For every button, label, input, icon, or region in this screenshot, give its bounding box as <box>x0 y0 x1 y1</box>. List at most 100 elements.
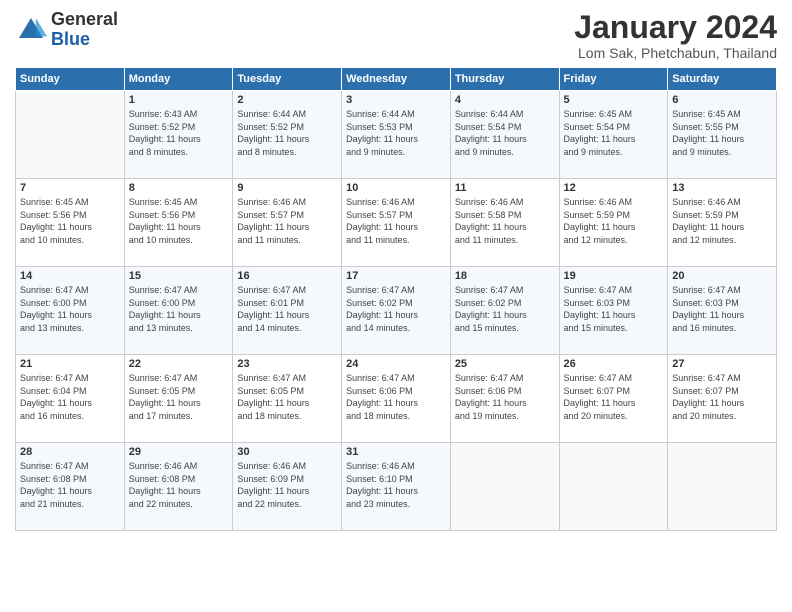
day-info: Sunrise: 6:46 AM Sunset: 6:08 PM Dayligh… <box>129 460 229 510</box>
header: General Blue January 2024 Lom Sak, Phetc… <box>15 10 777 61</box>
calendar-week-4: 21Sunrise: 6:47 AM Sunset: 6:04 PM Dayli… <box>16 355 777 443</box>
logo: General Blue <box>15 10 118 50</box>
day-number: 5 <box>564 94 664 106</box>
day-info: Sunrise: 6:46 AM Sunset: 5:59 PM Dayligh… <box>672 196 772 246</box>
day-info: Sunrise: 6:44 AM Sunset: 5:52 PM Dayligh… <box>237 108 337 158</box>
calendar-cell <box>450 443 559 531</box>
day-number: 27 <box>672 358 772 370</box>
calendar-cell: 5 Sunrise: 6:45 AM Sunset: 5:54 PM Daylig… <box>559 91 668 179</box>
calendar-cell: 17 Sunrise: 6:47 AM Sunset: 6:02 PM Dayli… <box>342 267 451 355</box>
calendar-cell: 23 Sunrise: 6:47 AM Sunset: 6:05 PM Dayli… <box>233 355 342 443</box>
day-number: 28 <box>20 446 120 458</box>
calendar-cell <box>668 443 777 531</box>
day-info: Sunrise: 6:46 AM Sunset: 6:09 PM Dayligh… <box>237 460 337 510</box>
calendar-cell: 12 Sunrise: 6:46 AM Sunset: 5:59 PM Dayli… <box>559 179 668 267</box>
calendar-cell: 14 Sunrise: 6:47 AM Sunset: 6:00 PM Dayli… <box>16 267 125 355</box>
day-info: Sunrise: 6:46 AM Sunset: 5:57 PM Dayligh… <box>237 196 337 246</box>
column-header-monday: Monday <box>124 68 233 91</box>
calendar-table: SundayMondayTuesdayWednesdayThursdayFrid… <box>15 67 777 531</box>
logo-icon <box>15 14 47 46</box>
day-info: Sunrise: 6:47 AM Sunset: 6:02 PM Dayligh… <box>455 284 555 334</box>
calendar-week-2: 7 Sunrise: 6:45 AM Sunset: 5:56 PM Daylig… <box>16 179 777 267</box>
calendar-cell: 18 Sunrise: 6:47 AM Sunset: 6:02 PM Dayli… <box>450 267 559 355</box>
day-info: Sunrise: 6:47 AM Sunset: 6:03 PM Dayligh… <box>564 284 664 334</box>
calendar-cell: 24 Sunrise: 6:47 AM Sunset: 6:06 PM Dayli… <box>342 355 451 443</box>
day-info: Sunrise: 6:44 AM Sunset: 5:54 PM Dayligh… <box>455 108 555 158</box>
day-info: Sunrise: 6:46 AM Sunset: 5:57 PM Dayligh… <box>346 196 446 246</box>
day-number: 3 <box>346 94 446 106</box>
calendar-cell: 6Sunrise: 6:45 AM Sunset: 5:55 PM Daylig… <box>668 91 777 179</box>
logo-general-text: General <box>51 9 118 29</box>
day-number: 18 <box>455 270 555 282</box>
column-header-tuesday: Tuesday <box>233 68 342 91</box>
day-number: 13 <box>672 182 772 194</box>
day-number: 16 <box>237 270 337 282</box>
calendar-cell: 1 Sunrise: 6:43 AM Sunset: 5:52 PM Daylig… <box>124 91 233 179</box>
calendar-cell: 16 Sunrise: 6:47 AM Sunset: 6:01 PM Dayli… <box>233 267 342 355</box>
calendar-week-3: 14 Sunrise: 6:47 AM Sunset: 6:00 PM Dayli… <box>16 267 777 355</box>
day-info: Sunrise: 6:46 AM Sunset: 5:59 PM Dayligh… <box>564 196 664 246</box>
day-number: 12 <box>564 182 664 194</box>
day-info: Sunrise: 6:47 AM Sunset: 6:05 PM Dayligh… <box>129 372 229 422</box>
day-number: 4 <box>455 94 555 106</box>
calendar-cell: 7 Sunrise: 6:45 AM Sunset: 5:56 PM Daylig… <box>16 179 125 267</box>
column-header-saturday: Saturday <box>668 68 777 91</box>
calendar-cell: 15 Sunrise: 6:47 AM Sunset: 6:00 PM Dayli… <box>124 267 233 355</box>
location: Lom Sak, Phetchabun, Thailand <box>574 45 777 61</box>
day-info: Sunrise: 6:47 AM Sunset: 6:05 PM Dayligh… <box>237 372 337 422</box>
day-number: 8 <box>129 182 229 194</box>
day-info: Sunrise: 6:47 AM Sunset: 6:01 PM Dayligh… <box>237 284 337 334</box>
day-info: Sunrise: 6:47 AM Sunset: 6:08 PM Dayligh… <box>20 460 120 510</box>
day-info: Sunrise: 6:47 AM Sunset: 6:02 PM Dayligh… <box>346 284 446 334</box>
day-info: Sunrise: 6:46 AM Sunset: 5:58 PM Dayligh… <box>455 196 555 246</box>
day-number: 9 <box>237 182 337 194</box>
calendar-cell: 21Sunrise: 6:47 AM Sunset: 6:04 PM Dayli… <box>16 355 125 443</box>
day-info: Sunrise: 6:44 AM Sunset: 5:53 PM Dayligh… <box>346 108 446 158</box>
day-info: Sunrise: 6:46 AM Sunset: 6:10 PM Dayligh… <box>346 460 446 510</box>
day-info: Sunrise: 6:47 AM Sunset: 6:00 PM Dayligh… <box>20 284 120 334</box>
page-container: General Blue January 2024 Lom Sak, Phetc… <box>0 0 792 612</box>
day-number: 14 <box>20 270 120 282</box>
title-block: January 2024 Lom Sak, Phetchabun, Thaila… <box>574 10 777 61</box>
calendar-cell: 8 Sunrise: 6:45 AM Sunset: 5:56 PM Daylig… <box>124 179 233 267</box>
logo-blue-text: Blue <box>51 29 90 49</box>
day-number: 31 <box>346 446 446 458</box>
day-number: 30 <box>237 446 337 458</box>
day-info: Sunrise: 6:45 AM Sunset: 5:54 PM Dayligh… <box>564 108 664 158</box>
column-header-wednesday: Wednesday <box>342 68 451 91</box>
day-info: Sunrise: 6:47 AM Sunset: 6:07 PM Dayligh… <box>564 372 664 422</box>
day-info: Sunrise: 6:45 AM Sunset: 5:56 PM Dayligh… <box>129 196 229 246</box>
day-info: Sunrise: 6:43 AM Sunset: 5:52 PM Dayligh… <box>129 108 229 158</box>
day-info: Sunrise: 6:47 AM Sunset: 6:06 PM Dayligh… <box>346 372 446 422</box>
day-info: Sunrise: 6:45 AM Sunset: 5:55 PM Dayligh… <box>672 108 772 158</box>
day-number: 15 <box>129 270 229 282</box>
calendar-cell: 20 Sunrise: 6:47 AM Sunset: 6:03 PM Dayli… <box>668 267 777 355</box>
day-number: 26 <box>564 358 664 370</box>
day-number: 1 <box>129 94 229 106</box>
day-number: 21 <box>20 358 120 370</box>
calendar-week-5: 28 Sunrise: 6:47 AM Sunset: 6:08 PM Dayli… <box>16 443 777 531</box>
day-info: Sunrise: 6:45 AM Sunset: 5:56 PM Dayligh… <box>20 196 120 246</box>
day-number: 24 <box>346 358 446 370</box>
day-number: 17 <box>346 270 446 282</box>
column-header-sunday: Sunday <box>16 68 125 91</box>
calendar-cell: 28 Sunrise: 6:47 AM Sunset: 6:08 PM Dayli… <box>16 443 125 531</box>
day-number: 20 <box>672 270 772 282</box>
day-number: 2 <box>237 94 337 106</box>
header-row: SundayMondayTuesdayWednesdayThursdayFrid… <box>16 68 777 91</box>
day-info: Sunrise: 6:47 AM Sunset: 6:00 PM Dayligh… <box>129 284 229 334</box>
day-number: 10 <box>346 182 446 194</box>
calendar-cell: 4 Sunrise: 6:44 AM Sunset: 5:54 PM Daylig… <box>450 91 559 179</box>
calendar-cell: 19Sunrise: 6:47 AM Sunset: 6:03 PM Dayli… <box>559 267 668 355</box>
column-header-friday: Friday <box>559 68 668 91</box>
month-title: January 2024 <box>574 10 777 45</box>
day-number: 29 <box>129 446 229 458</box>
calendar-cell: 30 Sunrise: 6:46 AM Sunset: 6:09 PM Dayli… <box>233 443 342 531</box>
calendar-cell <box>16 91 125 179</box>
calendar-cell: 9 Sunrise: 6:46 AM Sunset: 5:57 PM Daylig… <box>233 179 342 267</box>
calendar-cell: 13 Sunrise: 6:46 AM Sunset: 5:59 PM Dayli… <box>668 179 777 267</box>
day-info: Sunrise: 6:47 AM Sunset: 6:07 PM Dayligh… <box>672 372 772 422</box>
day-number: 23 <box>237 358 337 370</box>
day-info: Sunrise: 6:47 AM Sunset: 6:03 PM Dayligh… <box>672 284 772 334</box>
day-number: 7 <box>20 182 120 194</box>
